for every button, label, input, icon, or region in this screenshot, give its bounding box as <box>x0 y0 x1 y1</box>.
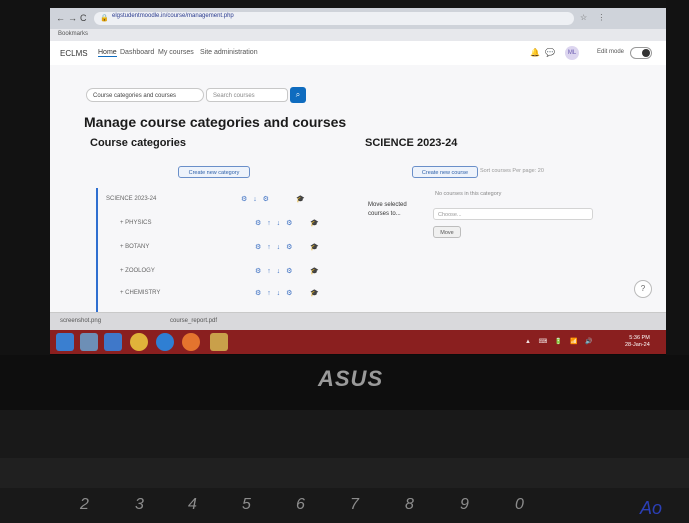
avatar[interactable]: ML <box>565 46 579 60</box>
clock-date: 28-Jan-24 <box>625 342 650 348</box>
app-icon[interactable] <box>210 333 228 351</box>
windows-start-icon[interactable] <box>56 333 74 351</box>
site-brand[interactable]: ECLMS <box>60 49 88 58</box>
category-actions-icon[interactable]: ⚙ ↓ ⚙ <box>241 195 271 203</box>
address-text[interactable]: elgstudentmoodle.in/course/management.ph… <box>112 13 234 19</box>
chat-icon[interactable]: 💬 <box>545 48 555 57</box>
key-2: 2 <box>80 496 89 513</box>
category-row[interactable]: + BOTANY ⚙ ↑ ↓ ⚙ 🎓 <box>120 240 330 256</box>
system-tray[interactable]: ▲ ⌨ 🔋 📶 🔊 <box>525 338 596 345</box>
bell-icon[interactable]: 🔔 <box>530 48 540 57</box>
graduation-cap-icon[interactable]: 🎓 <box>296 195 305 203</box>
file-explorer-icon[interactable] <box>104 333 122 351</box>
category-label[interactable]: + CHEMISTRY <box>120 290 160 296</box>
search-input[interactable]: Search courses <box>206 88 288 102</box>
edit-mode-label: Edit mode <box>597 49 625 55</box>
key-6: 6 <box>296 496 305 513</box>
graduation-cap-icon[interactable]: 🎓 <box>310 243 319 251</box>
downloads-bar: screenshot.png course_report.pdf <box>50 312 666 331</box>
category-row[interactable]: + PHYSICS ⚙ ↑ ↓ ⚙ 🎓 <box>120 216 330 232</box>
key-0: 0 <box>515 496 524 513</box>
graduation-cap-icon[interactable]: 🎓 <box>310 267 319 275</box>
sort-options[interactable]: Sort courses Per page: 20 <box>480 168 544 174</box>
reload-button[interactable]: C <box>80 13 87 23</box>
function-key-row <box>0 458 689 488</box>
nav-site-administration[interactable]: Site administration <box>200 49 258 56</box>
category-tree-indicator <box>96 188 98 314</box>
key-8: 8 <box>405 496 414 513</box>
category-label[interactable]: SCIENCE 2023-24 <box>106 196 156 202</box>
category-row[interactable]: + CHEMISTRY ⚙ ↑ ↓ ⚙ 🎓 <box>120 286 330 302</box>
clock[interactable]: 5:36 PM 28-Jan-24 <box>625 335 650 349</box>
move-courses-text: Move selected courses to... <box>368 202 407 217</box>
category-actions-icon[interactable]: ⚙ ↑ ↓ ⚙ <box>255 289 294 297</box>
download-item[interactable]: course_report.pdf <box>170 318 217 324</box>
nav-home[interactable]: Home <box>98 49 117 57</box>
asus-logo: ASUS <box>318 366 384 391</box>
key-7: 7 <box>350 496 359 513</box>
help-icon[interactable]: ? <box>634 280 652 298</box>
laptop-screen: ← → C 🔒 elgstudentmoodle.in/course/manag… <box>50 8 666 354</box>
view-select[interactable]: Course categories and courses <box>86 88 204 102</box>
key-9: 9 <box>460 496 469 513</box>
chrome-icon[interactable] <box>130 333 148 351</box>
move-category-select[interactable]: Choose... <box>433 208 593 220</box>
key-3: 3 <box>135 496 144 513</box>
lock-icon: 🔒 <box>100 15 109 22</box>
nav-my-courses[interactable]: My courses <box>158 49 194 56</box>
search-icon: ⌕ <box>295 90 301 99</box>
move-label: No courses in this category <box>435 191 502 197</box>
category-label[interactable]: + BOTANY <box>120 244 149 250</box>
site-navbar: ECLMS Home Dashboard My courses Site adm… <box>50 41 666 66</box>
category-row[interactable]: SCIENCE 2023-24 ⚙ ↓ ⚙ 🎓 <box>106 192 316 208</box>
handwritten-ink: Ao <box>640 498 663 518</box>
browser-toolbar: ← → C 🔒 elgstudentmoodle.in/course/manag… <box>50 8 666 29</box>
task-view-icon[interactable] <box>80 333 98 351</box>
graduation-cap-icon[interactable]: 🎓 <box>310 219 319 227</box>
create-course-button[interactable]: Create new course <box>412 166 478 178</box>
back-button[interactable]: ← <box>56 13 65 23</box>
page-title: Manage course categories and courses <box>84 114 347 130</box>
key-5: 5 <box>242 496 251 513</box>
edit-mode-toggle[interactable] <box>630 47 652 59</box>
laptop-bezel-right <box>666 0 689 360</box>
clock-time: 5:36 PM <box>629 335 650 341</box>
selected-category-heading: SCIENCE 2023-24 <box>365 137 458 149</box>
bookmarks-bar: Bookmarks <box>50 29 666 41</box>
taskbar: ▲ ⌨ 🔋 📶 🔊 5:36 PM 28-Jan-24 <box>50 330 666 354</box>
category-label[interactable]: + PHYSICS <box>120 220 152 226</box>
download-item[interactable]: screenshot.png <box>60 318 101 324</box>
course-categories-heading: Course categories <box>90 137 186 149</box>
category-row[interactable]: + ZOOLOGY ⚙ ↑ ↓ ⚙ 🎓 <box>120 264 330 280</box>
category-actions-icon[interactable]: ⚙ ↑ ↓ ⚙ <box>255 243 294 251</box>
nav-dashboard[interactable]: Dashboard <box>120 49 154 56</box>
category-label[interactable]: + ZOOLOGY <box>120 268 155 274</box>
bookmark-item[interactable]: Bookmarks <box>58 31 88 37</box>
browser-extension-icons[interactable]: ☆ ⋮ <box>580 13 609 22</box>
firefox-icon[interactable] <box>182 333 200 351</box>
graduation-cap-icon[interactable]: 🎓 <box>310 289 319 297</box>
forward-button[interactable]: → <box>68 13 77 23</box>
move-button[interactable]: Move <box>433 226 461 238</box>
category-actions-icon[interactable]: ⚙ ↑ ↓ ⚙ <box>255 267 294 275</box>
create-category-button[interactable]: Create new category <box>178 166 250 178</box>
search-button[interactable]: ⌕ <box>290 87 306 103</box>
category-actions-icon[interactable]: ⚙ ↑ ↓ ⚙ <box>255 219 294 227</box>
laptop-bezel-left <box>0 0 50 360</box>
edge-icon[interactable] <box>156 333 174 351</box>
key-4: 4 <box>188 496 197 513</box>
